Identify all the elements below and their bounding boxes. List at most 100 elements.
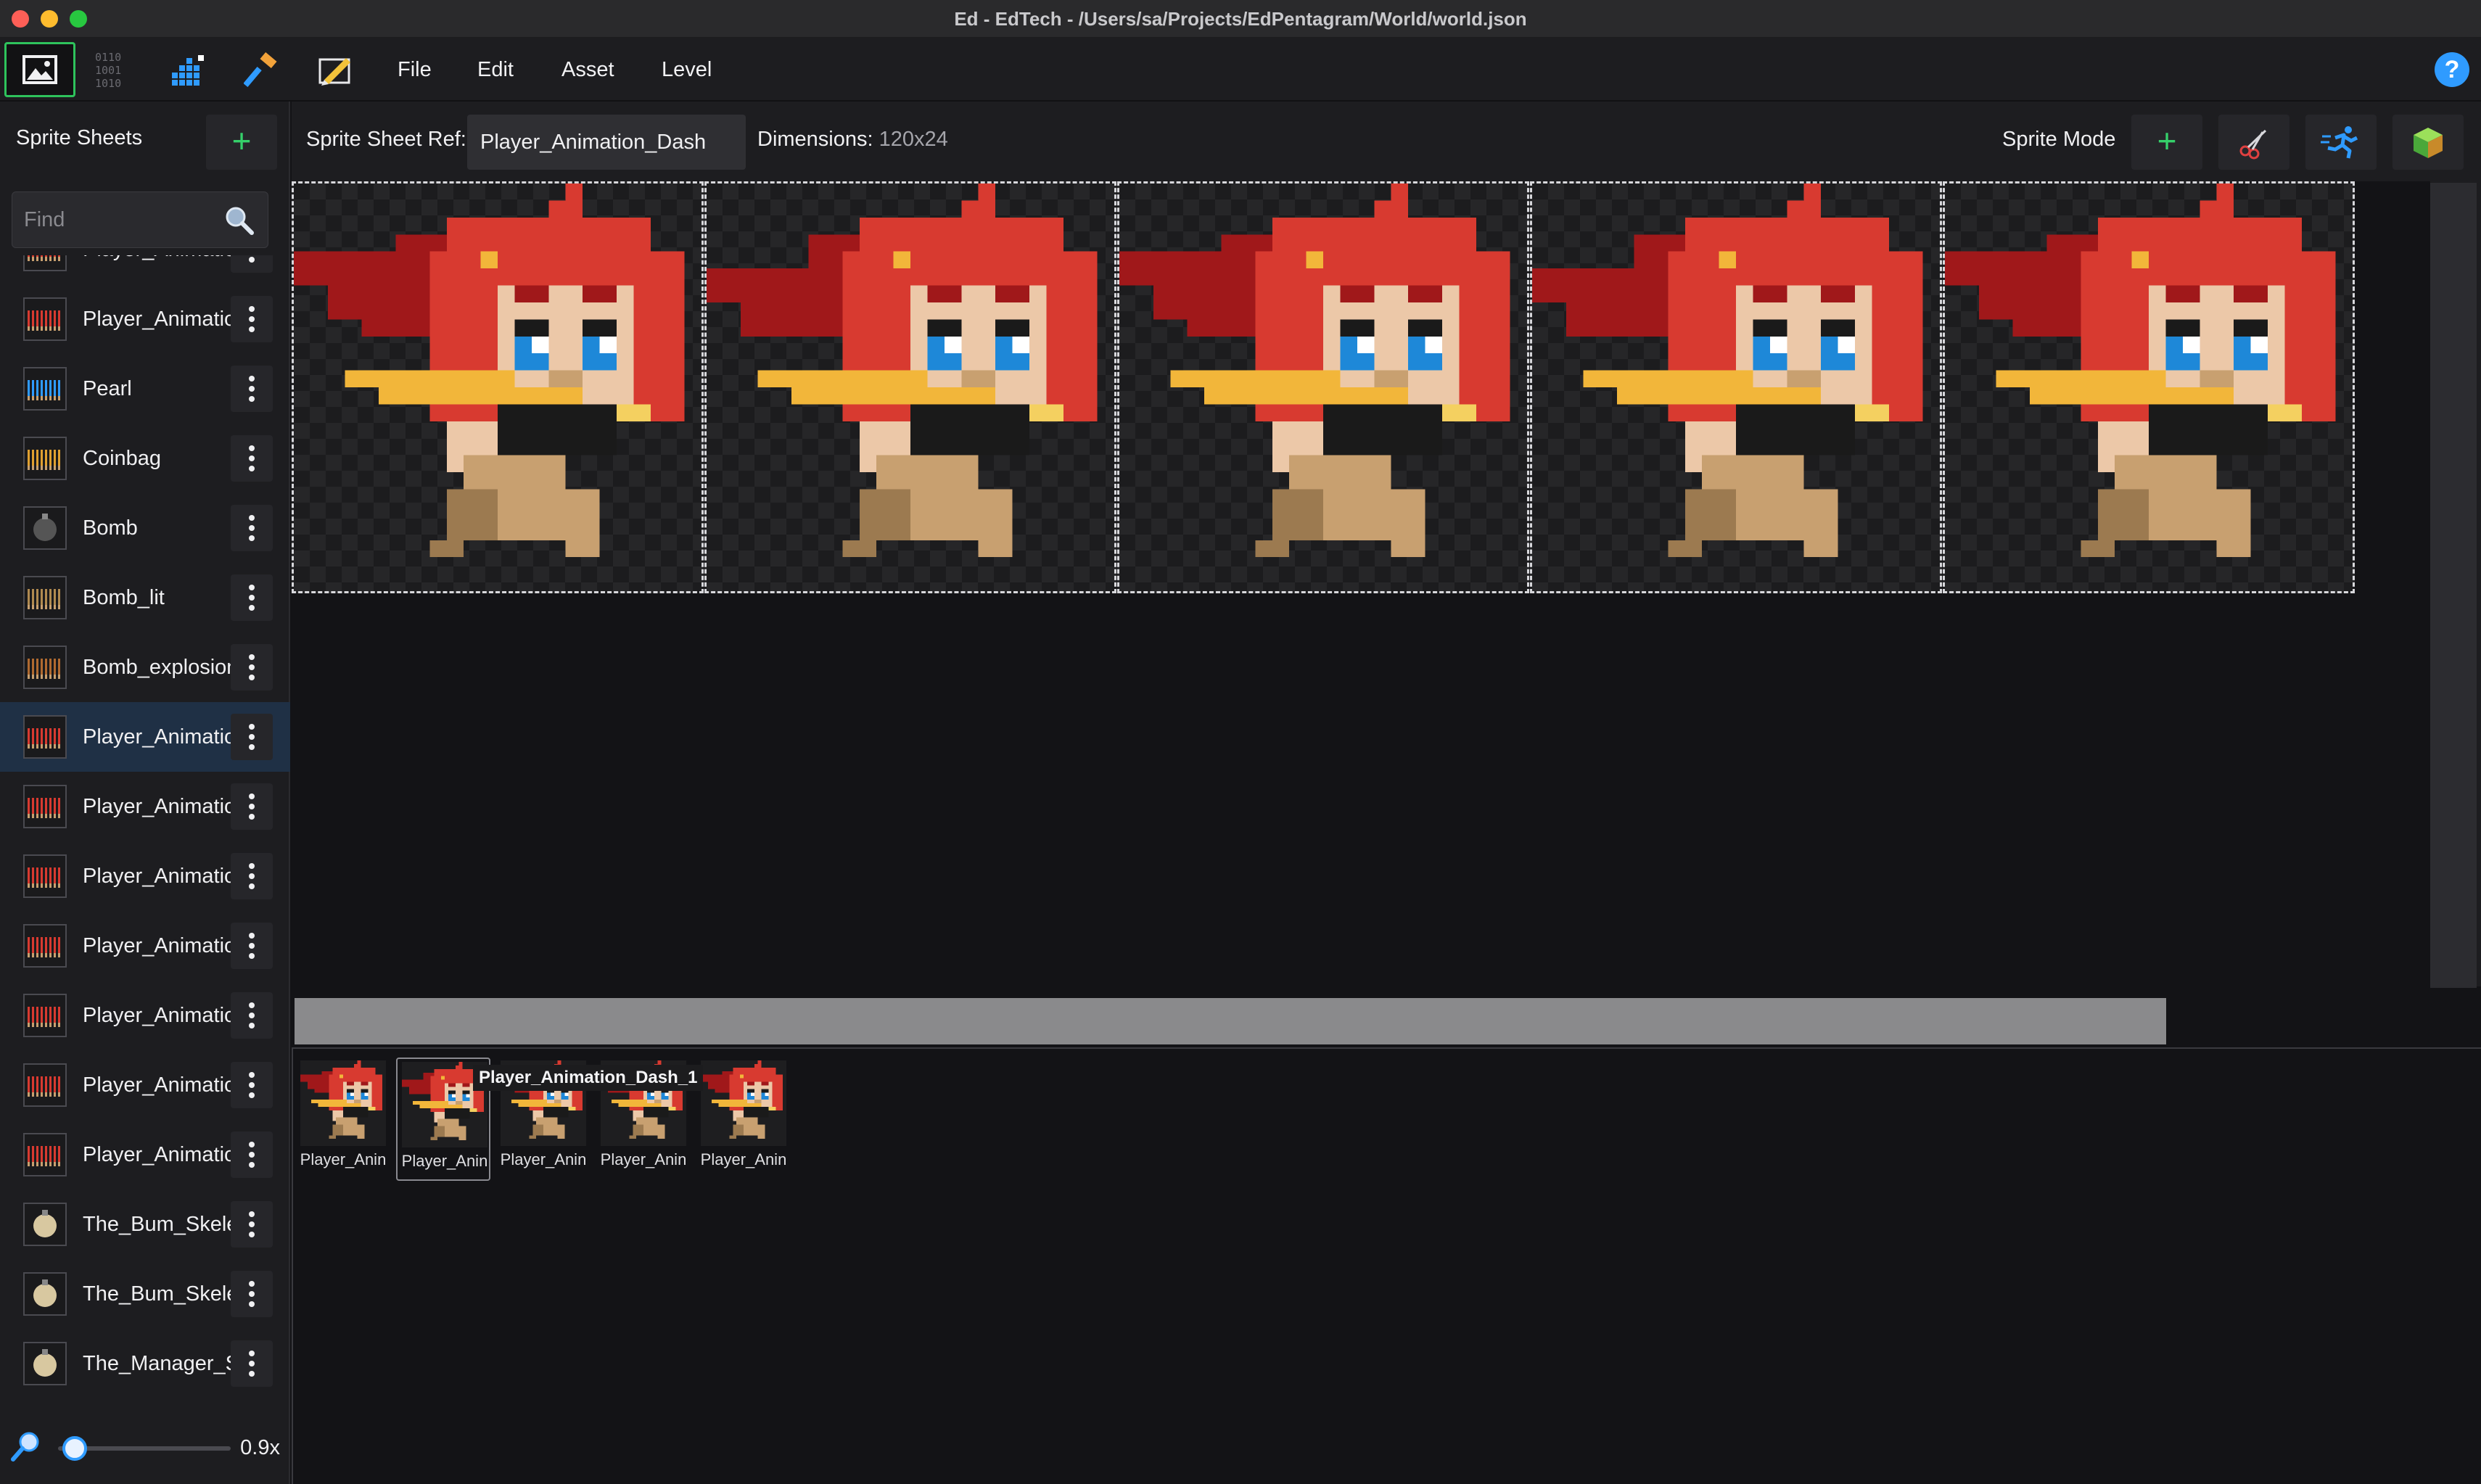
3d-tool-button[interactable] (2392, 115, 2464, 170)
sprite-sheet-item-label: Bomb_explosion (83, 656, 232, 679)
item-menu-button[interactable] (231, 714, 273, 760)
sprite-sheet-thumbnail (23, 1272, 67, 1316)
item-menu-button[interactable] (231, 644, 273, 691)
player-sprite-image (294, 184, 685, 558)
item-menu-button[interactable] (231, 1131, 273, 1178)
add-sprite-button[interactable]: + (2131, 115, 2202, 170)
sprite-sheet-ref-label: Sprite Sheet Ref: (306, 128, 466, 151)
sprite-sheet-item[interactable]: Player_Animatio (0, 981, 290, 1050)
frames-strip: Player_Anin Player_Anin Player_Anin Player_… (292, 1047, 2481, 1484)
sprite-frame[interactable] (704, 181, 1116, 593)
kebab-dot-icon (249, 1142, 255, 1147)
item-menu-button[interactable] (231, 1062, 273, 1108)
sprite-sheet-thumbnail (23, 854, 67, 898)
item-menu-button[interactable] (231, 783, 273, 830)
sprite-sheet-toolbar: Sprite Sheet Ref: Dimensions: 120x24 Spr… (292, 102, 2481, 181)
sprite-sheet-item[interactable]: Player_Animatio (0, 1050, 290, 1120)
sprite-frame[interactable] (1530, 181, 1942, 593)
animation-frame[interactable]: Player_Anin (696, 1058, 791, 1181)
sprite-sheet-item[interactable]: Player_Animatio (0, 772, 290, 841)
sprite-sheet-item[interactable]: Player_Animatio (0, 284, 290, 354)
sprite-frame[interactable] (1117, 181, 1529, 593)
sprite-sheet-item[interactable]: Bomb_explosion (0, 632, 290, 702)
sprite-sheet-item-label: The_Manager_Skeleton (83, 1352, 232, 1375)
kebab-dot-icon (249, 535, 255, 541)
hammer-icon (244, 51, 277, 88)
sprite-sheet-item[interactable]: Coinbag (0, 424, 290, 493)
build-mode-button[interactable] (226, 42, 297, 97)
kebab-dot-icon (249, 525, 255, 531)
add-sprite-sheet-button[interactable]: + (206, 115, 277, 170)
horizontal-scrollbar[interactable] (295, 998, 2166, 1044)
kebab-dot-icon (249, 1013, 255, 1018)
item-menu-button[interactable] (231, 255, 273, 273)
menu-level[interactable]: Level (662, 38, 712, 102)
sprite-sheet-item[interactable]: Player_Animatio (0, 841, 290, 911)
slice-tool-button[interactable] (2218, 115, 2289, 170)
sprite-sheet-canvas[interactable] (292, 181, 2430, 986)
menu-edit[interactable]: Edit (477, 38, 514, 102)
sprite-sheet-item[interactable]: The_Bum_Skeleton (0, 1190, 290, 1259)
data-mode-button[interactable]: 0110 1001 1010 (78, 42, 149, 97)
kebab-dot-icon (249, 943, 255, 949)
kebab-dot-icon (249, 1162, 255, 1168)
sprite-sheet-item[interactable]: Player_Animatio (0, 911, 290, 981)
animation-tool-button[interactable] (2305, 115, 2377, 170)
image-editor-mode-button[interactable] (4, 42, 75, 97)
sprite-sheet-item[interactable]: The_Bum_Skeleton (0, 1259, 290, 1329)
sprite-sheet-item[interactable]: Bomb_lit (0, 563, 290, 632)
menu-asset[interactable]: Asset (561, 38, 614, 102)
sprite-sheet-item[interactable]: Bomb (0, 493, 290, 563)
sprite-sheet-item[interactable]: Player_Animatio (0, 702, 290, 772)
sprite-sheet-thumbnail (23, 437, 67, 480)
dimensions-label: Dimensions: 120x24 (757, 128, 948, 152)
kebab-dot-icon (249, 1002, 255, 1008)
kebab-dot-icon (249, 1291, 255, 1297)
player-sprite-image (1532, 184, 1923, 558)
sprite-sheet-ref-field[interactable] (467, 115, 746, 170)
item-menu-button[interactable] (231, 1271, 273, 1317)
search-input[interactable] (24, 192, 213, 247)
animation-frame[interactable]: Player_Anin (296, 1058, 390, 1181)
search-icon (226, 207, 254, 235)
item-menu-button[interactable] (231, 853, 273, 899)
design-mode-button[interactable] (300, 42, 371, 97)
kebab-dot-icon (249, 1281, 255, 1287)
item-menu-button[interactable] (231, 366, 273, 412)
sprite-sheet-thumbnail (23, 1063, 67, 1107)
item-menu-button[interactable] (231, 296, 273, 342)
sprite-sheet-item-label: Pearl (83, 377, 132, 400)
sprite-frame[interactable] (292, 181, 704, 593)
sprite-sheet-item[interactable]: The_Manager_Skeleton (0, 1329, 290, 1398)
sprite-sheet-item[interactable]: Pearl (0, 354, 290, 424)
kebab-dot-icon (249, 675, 255, 680)
kebab-dot-icon (249, 1232, 255, 1237)
sprite-sheet-item[interactable]: Player_Animatio (0, 255, 290, 284)
sprite-sheet-thumbnail (23, 576, 67, 619)
sprite-sheet-thumbnail (23, 506, 67, 550)
item-menu-button[interactable] (231, 435, 273, 482)
sprite-sheet-item[interactable]: Player_Animatio (0, 1120, 290, 1190)
image-editor-icon (22, 55, 57, 84)
help-button[interactable]: ? (2435, 52, 2469, 87)
menu-file[interactable]: File (398, 38, 432, 102)
tiles-mode-button[interactable] (152, 42, 223, 97)
sprite-frame[interactable] (1943, 181, 2355, 593)
item-menu-button[interactable] (231, 505, 273, 551)
kebab-dot-icon (249, 734, 255, 740)
item-menu-button[interactable] (231, 1340, 273, 1387)
item-menu-button[interactable] (231, 1201, 273, 1248)
item-menu-button[interactable] (231, 992, 273, 1039)
kebab-dot-icon (249, 744, 255, 750)
vertical-scrollbar-thumb[interactable] (2430, 183, 2477, 988)
kebab-dot-icon (249, 1211, 255, 1217)
animation-frame-label: Player_Anin (300, 1150, 387, 1168)
zoom-slider-handle[interactable] (62, 1436, 87, 1461)
sprite-sheet-thumbnail (23, 297, 67, 341)
kebab-dot-icon (249, 1072, 255, 1078)
item-menu-button[interactable] (231, 574, 273, 621)
kebab-dot-icon (249, 386, 255, 392)
kebab-dot-icon (249, 316, 255, 322)
item-menu-button[interactable] (231, 923, 273, 969)
kebab-dot-icon (249, 376, 255, 382)
